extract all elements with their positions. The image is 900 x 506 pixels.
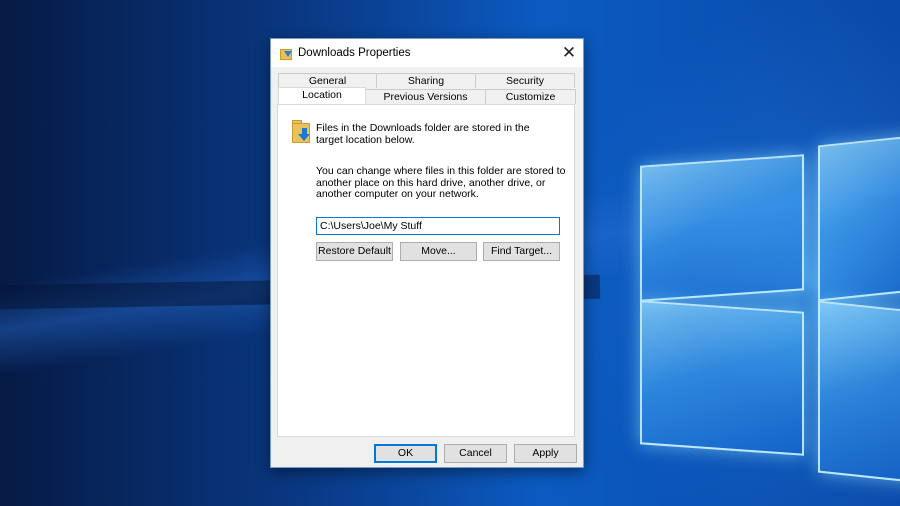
apply-button[interactable]: Apply	[514, 444, 577, 463]
tab-row-back: General Sharing Security	[278, 73, 575, 88]
location-description: Files in the Downloads folder are stored…	[316, 122, 530, 146]
tab-location[interactable]: Location	[278, 87, 366, 104]
downloads-folder-icon	[292, 119, 314, 143]
location-path-input[interactable]	[316, 217, 560, 235]
tab-general[interactable]: General	[278, 73, 377, 88]
find-target-button[interactable]: Find Target...	[483, 242, 560, 261]
windows-logo-pane	[640, 154, 804, 302]
tab-previous-versions[interactable]: Previous Versions	[365, 89, 486, 104]
move-button[interactable]: Move...	[400, 242, 477, 261]
location-tab-panel: Files in the Downloads folder are stored…	[277, 104, 575, 437]
cancel-button[interactable]: Cancel	[444, 444, 507, 463]
close-icon: ✕	[561, 43, 577, 62]
tab-sharing[interactable]: Sharing	[376, 73, 476, 88]
tab-security[interactable]: Security	[475, 73, 575, 88]
tab-row-front: Location Previous Versions Customize	[278, 87, 576, 104]
ok-button[interactable]: OK	[374, 444, 437, 463]
title-bar[interactable]: Downloads Properties ✕	[271, 39, 583, 67]
restore-default-button[interactable]: Restore Default	[316, 242, 393, 261]
location-help-text: You can change where files in this folde…	[316, 165, 566, 200]
windows-logo-pane	[640, 300, 804, 456]
close-button[interactable]: ✕	[555, 39, 583, 67]
windows-logo-pane	[818, 300, 900, 484]
downloads-folder-icon	[280, 47, 292, 60]
dialog-client-area: General Sharing Security Location Previo…	[271, 67, 583, 467]
properties-dialog: Downloads Properties ✕ General Sharing S…	[270, 38, 584, 468]
window-title: Downloads Properties	[298, 47, 411, 59]
windows-logo-pane	[818, 134, 900, 302]
tab-customize[interactable]: Customize	[485, 89, 576, 104]
